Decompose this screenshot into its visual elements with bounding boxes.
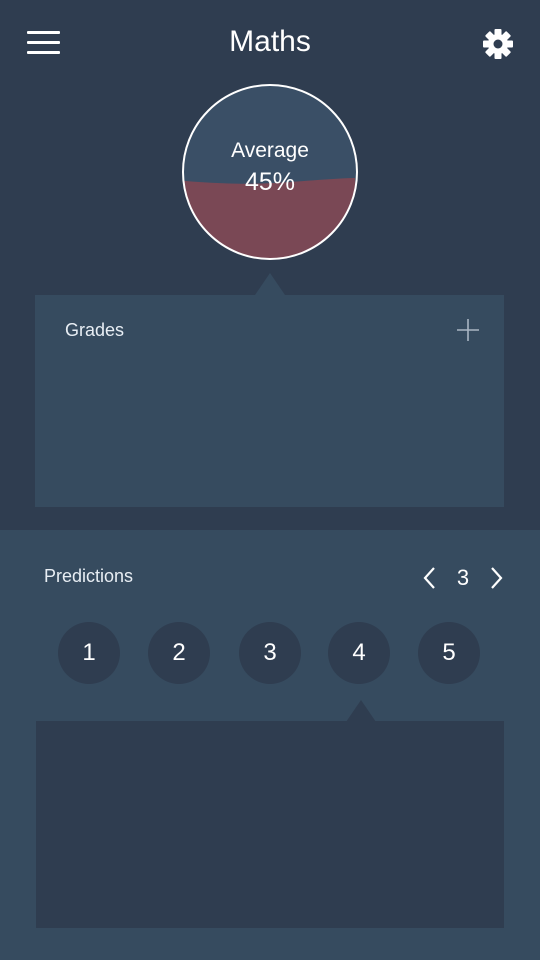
prediction-option-5[interactable]: 5: [418, 622, 480, 684]
gear-icon[interactable]: [478, 24, 518, 64]
hamburger-menu-icon[interactable]: [24, 28, 64, 60]
prediction-option-3[interactable]: 3: [239, 622, 301, 684]
average-value: 45%: [244, 168, 296, 196]
page-title: Maths: [229, 25, 311, 58]
prediction-pointer: [346, 700, 376, 722]
prediction-detail-card: [36, 721, 504, 928]
grades-pointer: [255, 273, 285, 295]
prediction-options: 1 2 3 4 5: [58, 622, 488, 684]
predictions-page-number: 3: [456, 565, 470, 590]
predictions-pager: 3: [418, 563, 508, 593]
prediction-option-4[interactable]: 4: [328, 622, 390, 684]
prediction-option-1[interactable]: 1: [58, 622, 120, 684]
grades-card: Grades: [35, 295, 504, 507]
grades-title: Grades: [65, 320, 125, 340]
chevron-right-icon[interactable]: [484, 563, 508, 593]
plus-icon[interactable]: [455, 317, 481, 343]
prediction-option-2[interactable]: 2: [148, 622, 210, 684]
predictions-title: Predictions: [44, 566, 134, 586]
chevron-left-icon[interactable]: [418, 563, 442, 593]
average-label: Average: [231, 139, 309, 162]
